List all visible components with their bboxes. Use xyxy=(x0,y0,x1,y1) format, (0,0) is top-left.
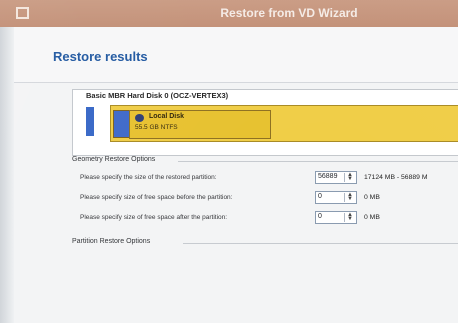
partition-name: Local Disk xyxy=(149,113,185,120)
free-space-before-label: Please specify size of free space before… xyxy=(80,194,233,201)
free-space-after-label: Please specify size of free space after … xyxy=(80,214,228,221)
free-space-after-unit: 0 MB xyxy=(364,214,380,221)
free-space-before-spinner[interactable]: 0 ▲ ▼ xyxy=(315,191,357,204)
window-title: Restore from VD Wizard xyxy=(220,6,358,20)
spinner-arrows-icon[interactable]: ▲ ▼ xyxy=(344,192,355,202)
restored-size-range: 17124 MB - 56889 M xyxy=(364,174,428,181)
title-bar[interactable]: Restore from VD Wizard xyxy=(0,0,458,27)
spinner-arrows-icon[interactable]: ▲ ▼ xyxy=(344,172,355,182)
geometry-divider xyxy=(178,161,458,162)
page-title: Restore results xyxy=(53,49,148,64)
partition-size: 55.5 GB NTFS xyxy=(135,124,178,131)
free-space-after-value[interactable]: 0 xyxy=(318,213,322,220)
partition-color-marker xyxy=(113,110,130,138)
free-space-before-value[interactable]: 0 xyxy=(318,193,322,200)
geometry-group-title: Geometry Restore Options xyxy=(72,156,156,163)
free-space-before-unit: 0 MB xyxy=(364,194,380,201)
spinner-arrows-icon[interactable]: ▲ ▼ xyxy=(344,212,355,222)
restored-size-spinner[interactable]: 56889 ▲ ▼ xyxy=(315,171,357,184)
mbr-block[interactable] xyxy=(86,107,94,136)
wizard-window: Restore from VD Wizard Restore results B… xyxy=(0,0,458,323)
restored-size-label: Please specify the size of the restored … xyxy=(80,174,217,181)
partition-restore-divider xyxy=(183,243,458,244)
disk-label: Basic MBR Hard Disk 0 (OCZ-VERTEX3) xyxy=(86,91,229,100)
free-space-after-spinner[interactable]: 0 ▲ ▼ xyxy=(315,211,357,224)
restored-size-value[interactable]: 56889 xyxy=(318,173,337,180)
window-left-edge xyxy=(0,27,14,323)
partition-restore-title: Partition Restore Options xyxy=(72,238,151,245)
disk-icon xyxy=(135,114,144,122)
